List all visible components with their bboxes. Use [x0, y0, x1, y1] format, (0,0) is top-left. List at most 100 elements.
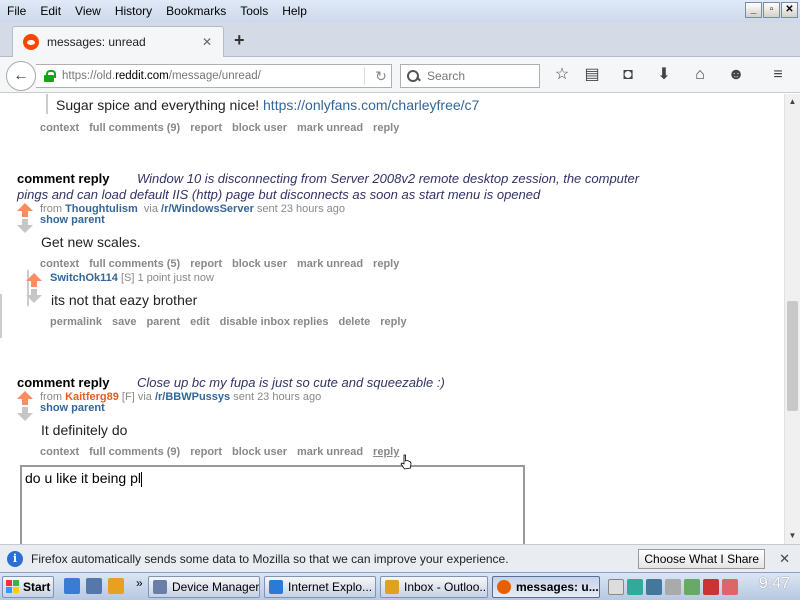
- menu-tools[interactable]: Tools: [233, 4, 275, 18]
- parent-link[interactable]: parent: [146, 316, 180, 328]
- url-text[interactable]: https://old.reddit.com/message/unread/: [62, 70, 358, 82]
- smiley-icon[interactable]: ☻: [726, 65, 746, 85]
- minimize-button[interactable]: _: [745, 2, 762, 18]
- network-icon[interactable]: [627, 579, 643, 595]
- mark-unread-link[interactable]: mark unread: [297, 122, 363, 134]
- menu-bookmarks[interactable]: Bookmarks: [159, 4, 233, 18]
- start-button[interactable]: Start: [2, 576, 54, 598]
- subreddit-link[interactable]: /r/BBWPussys: [155, 391, 230, 403]
- mark-unread-link[interactable]: mark unread: [297, 258, 363, 270]
- message-subject: comment reply: [17, 375, 110, 390]
- report-link[interactable]: report: [190, 122, 222, 134]
- timestamp: sent 23 hours ago: [256, 203, 345, 215]
- full-comments-link[interactable]: full comments (9): [89, 446, 180, 458]
- child-flair: [S]: [120, 272, 135, 284]
- block-user-link[interactable]: block user: [232, 122, 287, 134]
- reply-link[interactable]: reply: [380, 316, 406, 328]
- message-title[interactable]: Window 10 is disconnecting from Server 2…: [137, 171, 639, 186]
- show-parent-link[interactable]: show parent: [40, 402, 105, 414]
- upvote-arrow-icon[interactable]: [17, 391, 33, 399]
- new-tab-button[interactable]: +: [234, 30, 245, 51]
- monitor-icon[interactable]: [646, 579, 662, 595]
- quicklaunch-desktop-icon[interactable]: [86, 578, 102, 594]
- reply-link[interactable]: reply: [373, 446, 399, 458]
- clock: 9:47: [758, 575, 790, 592]
- block-user-link[interactable]: block user: [232, 258, 287, 270]
- quicklaunch-chevron-icon[interactable]: »: [136, 576, 143, 590]
- task-label: Device Manager: [172, 580, 260, 594]
- show-parent-link[interactable]: show parent: [40, 214, 105, 226]
- reading-list-icon[interactable]: ▤: [582, 65, 602, 85]
- close-window-button[interactable]: ✕: [781, 2, 798, 18]
- quicklaunch-ie-icon[interactable]: [64, 578, 80, 594]
- full-comments-link[interactable]: full comments (5): [89, 258, 180, 270]
- download-icon[interactable]: ⬇: [654, 65, 674, 85]
- task-outlook[interactable]: Inbox - Outloo...: [380, 576, 488, 598]
- task-firefox[interactable]: messages: u...: [492, 576, 600, 598]
- menu-icon[interactable]: ≡: [768, 65, 788, 85]
- security-icon[interactable]: [684, 579, 700, 595]
- block-user-link[interactable]: block user: [232, 446, 287, 458]
- full-comments-link[interactable]: full comments (9): [89, 122, 180, 134]
- url-prefix: https://old.: [62, 70, 116, 82]
- subreddit-link[interactable]: /r/WindowsServer: [161, 203, 254, 215]
- downvote-arrow-icon[interactable]: [17, 413, 33, 421]
- search-input[interactable]: Search: [427, 69, 465, 83]
- app-tray-icon[interactable]: [722, 579, 738, 595]
- task-internet-explorer[interactable]: Internet Explo...: [264, 576, 376, 598]
- info-icon: i: [7, 550, 23, 567]
- scroll-up-arrow-icon[interactable]: ▲: [785, 94, 800, 110]
- restore-button[interactable]: ▫: [763, 2, 780, 18]
- menu-history[interactable]: History: [108, 4, 159, 18]
- upvote-stem: [22, 211, 28, 217]
- menu-help[interactable]: Help: [275, 4, 314, 18]
- permalink-link[interactable]: permalink: [50, 316, 102, 328]
- upvote-arrow-icon[interactable]: [26, 273, 42, 281]
- report-link[interactable]: report: [190, 258, 222, 270]
- scroll-thumb[interactable]: [787, 301, 798, 411]
- message-title-line2[interactable]: pings and can load default IIS (http) pa…: [17, 187, 540, 202]
- pocket-icon[interactable]: ◘: [618, 65, 638, 85]
- vertical-scrollbar[interactable]: ▲ ▼: [784, 94, 800, 544]
- home-icon[interactable]: ⌂: [690, 65, 710, 85]
- report-link[interactable]: report: [190, 446, 222, 458]
- quicklaunch-media-icon[interactable]: [108, 578, 124, 594]
- context-link[interactable]: context: [40, 122, 79, 134]
- child-author-link[interactable]: SwitchOk114: [50, 272, 118, 284]
- reload-icon[interactable]: ↻: [371, 68, 391, 85]
- downvote-arrow-icon[interactable]: [26, 295, 42, 303]
- search-bar[interactable]: Search: [400, 64, 540, 88]
- context-link[interactable]: context: [40, 446, 79, 458]
- close-notification-icon[interactable]: ✕: [779, 551, 790, 567]
- menu-file[interactable]: File: [0, 4, 33, 18]
- reply-link[interactable]: reply: [373, 122, 399, 134]
- reply-textarea[interactable]: do u like it being pl: [20, 465, 525, 544]
- scroll-down-arrow-icon[interactable]: ▼: [785, 528, 800, 544]
- task-device-manager[interactable]: Device Manager: [148, 576, 260, 598]
- message-title[interactable]: Close up bc my fupa is just so cute and …: [137, 375, 445, 390]
- reply-link[interactable]: reply: [373, 258, 399, 270]
- mark-unread-link[interactable]: mark unread: [297, 446, 363, 458]
- save-link[interactable]: save: [112, 316, 136, 328]
- alert-icon[interactable]: [703, 579, 719, 595]
- volume-icon[interactable]: [665, 579, 681, 595]
- menu-view[interactable]: View: [68, 4, 108, 18]
- upvote-arrow-icon[interactable]: [17, 203, 33, 211]
- message-body: It definitely do: [41, 422, 128, 438]
- tab-messages-unread[interactable]: messages: unread ✕: [12, 26, 224, 57]
- task-label: Internet Explo...: [288, 580, 373, 594]
- choose-what-i-share-button[interactable]: Choose What I Share: [638, 548, 766, 569]
- disable-inbox-replies-link[interactable]: disable inbox replies: [220, 316, 329, 328]
- message-buttons: context full comments (9) report block u…: [40, 446, 399, 458]
- downvote-arrow-icon[interactable]: [17, 225, 33, 233]
- help-icon[interactable]: [608, 579, 624, 595]
- url-bar[interactable]: https://old.reddit.com/message/unread/ ↻: [36, 64, 392, 88]
- context-link[interactable]: context: [40, 258, 79, 270]
- menu-edit[interactable]: Edit: [33, 4, 68, 18]
- delete-link[interactable]: delete: [338, 316, 370, 328]
- close-tab-icon[interactable]: ✕: [199, 35, 215, 49]
- edit-link[interactable]: edit: [190, 316, 210, 328]
- quote-link[interactable]: https://onlyfans.com/charleyfree/c7: [263, 97, 479, 113]
- back-button[interactable]: ←: [6, 61, 36, 91]
- star-icon[interactable]: ☆: [552, 65, 572, 85]
